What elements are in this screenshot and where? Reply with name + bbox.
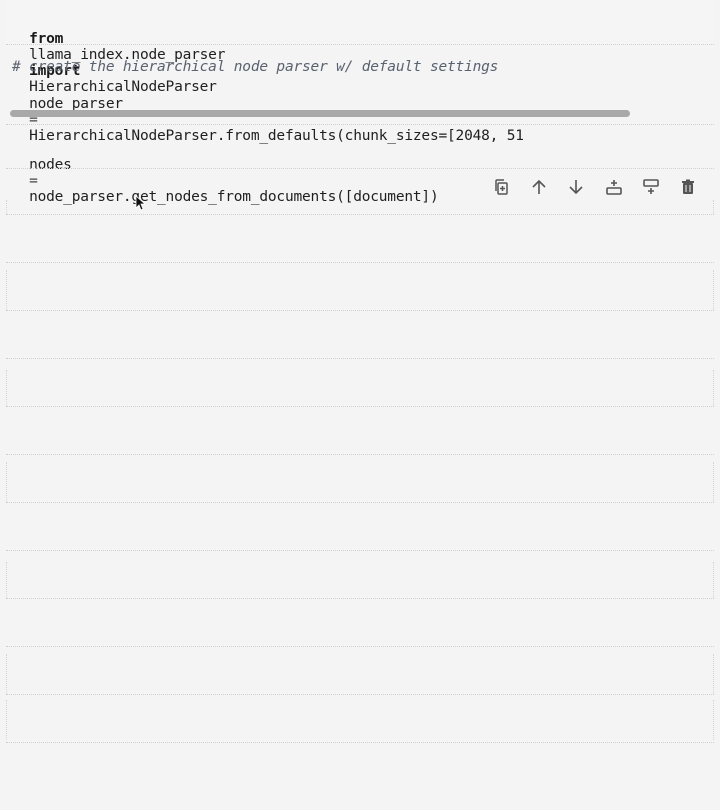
move-up-icon[interactable] xyxy=(528,176,550,198)
move-down-icon[interactable] xyxy=(565,176,587,198)
insert-above-icon[interactable] xyxy=(603,176,625,198)
cell-divider xyxy=(6,742,714,743)
cell-divider xyxy=(6,358,714,359)
cell-divider xyxy=(6,598,714,599)
cell-divider xyxy=(6,262,714,263)
empty-cell[interactable] xyxy=(6,654,714,694)
code-line-get-nodes: nodes = node_parser.get_nodes_from_docum… xyxy=(12,141,439,205)
empty-cell[interactable] xyxy=(6,462,714,502)
empty-cell[interactable] xyxy=(6,270,714,310)
variable-nodes: nodes xyxy=(29,157,72,173)
cell-divider xyxy=(6,694,714,695)
cell-divider xyxy=(6,550,714,551)
delete-icon[interactable] xyxy=(677,176,699,198)
cell-divider xyxy=(6,454,714,455)
empty-cell[interactable] xyxy=(6,562,714,598)
horizontal-scrollbar[interactable] xyxy=(10,110,630,117)
empty-cell[interactable] xyxy=(6,700,714,740)
assign-operator: = xyxy=(29,173,38,189)
insert-below-icon[interactable] xyxy=(640,176,662,198)
empty-cell[interactable] xyxy=(6,370,714,406)
duplicate-icon[interactable] xyxy=(491,176,513,198)
cell-divider xyxy=(6,44,714,45)
cell-divider xyxy=(6,502,714,503)
cell-divider xyxy=(6,406,714,407)
cell-divider xyxy=(6,214,714,215)
cell-divider xyxy=(6,646,714,647)
cell-divider xyxy=(6,124,714,125)
cell-divider xyxy=(6,168,714,169)
cell-divider xyxy=(6,310,714,311)
empty-cell[interactable] xyxy=(6,200,714,214)
code-comment: # create the hierarchical node parser w/… xyxy=(12,59,499,75)
